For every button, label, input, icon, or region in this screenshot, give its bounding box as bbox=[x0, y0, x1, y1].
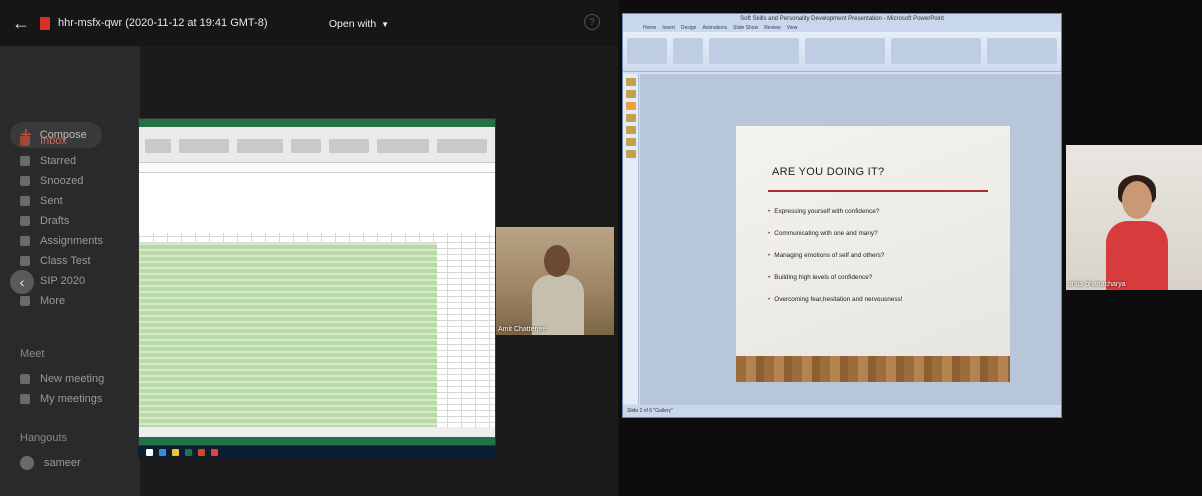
meet-item-label: New meeting bbox=[40, 373, 105, 385]
clock-icon bbox=[20, 176, 30, 186]
back-arrow-icon[interactable]: ← bbox=[12, 13, 32, 34]
slide-bullet: • Overcoming fear,hesitation and nervousn… bbox=[768, 296, 903, 303]
tab-insert[interactable]: Insert bbox=[662, 25, 675, 31]
sidebar-item-label: Sent bbox=[40, 195, 63, 207]
video-file-icon bbox=[40, 16, 50, 30]
slide-bullet: • Managing emotions of self and others? bbox=[768, 252, 885, 259]
windows-taskbar bbox=[138, 446, 496, 458]
sidebar-item-label: SIP 2020 bbox=[40, 275, 86, 287]
slide-title: ARE YOU DOING IT? bbox=[772, 166, 885, 178]
slide-canvas: ARE YOU DOING IT? • Expressing yourself w… bbox=[640, 74, 1061, 406]
powerpoint-window: Soft Skills and Personality Development … bbox=[622, 13, 1062, 418]
open-with-button[interactable]: Open with ▼ bbox=[318, 14, 400, 34]
chrome-icon bbox=[211, 448, 218, 456]
sidebar-item-label: Drafts bbox=[40, 215, 70, 227]
help-icon[interactable]: ? bbox=[584, 14, 600, 30]
tab-home[interactable]: Home bbox=[643, 25, 656, 31]
slide-floor-graphic bbox=[736, 356, 1010, 382]
sidebar-item-label: Snoozed bbox=[40, 175, 84, 187]
slide-thumbnails bbox=[623, 74, 639, 404]
participant-video-left: Amit Chatterjee bbox=[496, 227, 614, 335]
excel-icon bbox=[185, 448, 192, 456]
slide: ARE YOU DOING IT? • Expressing yourself w… bbox=[736, 126, 1010, 382]
screen: + Compose Inbox Starred Snoozed Sent Dra… bbox=[0, 0, 1202, 496]
previous-button[interactable]: ‹ bbox=[10, 270, 34, 294]
sidebar-item-drafts[interactable]: Drafts bbox=[0, 212, 140, 230]
drive-viewer-pane: + Compose Inbox Starred Snoozed Sent Dra… bbox=[0, 0, 618, 496]
powerpoint-status-bar: Slide 2 of 6 "Gallery" bbox=[623, 405, 1061, 417]
star-icon bbox=[20, 156, 30, 166]
sidebar-item-sent[interactable]: Sent bbox=[0, 192, 140, 210]
gmail-sidebar: + Compose Inbox Starred Snoozed Sent Dra… bbox=[0, 40, 140, 496]
draft-icon bbox=[20, 216, 30, 226]
sidebar-item-label: Class Test bbox=[40, 255, 91, 267]
tab-design[interactable]: Design bbox=[681, 25, 697, 31]
tab-review[interactable]: Review bbox=[764, 25, 780, 31]
inbox-icon bbox=[20, 136, 30, 146]
slide-divider bbox=[768, 190, 988, 192]
participant-figure bbox=[532, 245, 584, 335]
hangouts-user-label: sameer bbox=[44, 457, 81, 469]
windows-icon bbox=[146, 448, 153, 456]
tab-animations[interactable]: Animations bbox=[702, 25, 727, 31]
my-meetings-item[interactable]: My meetings bbox=[0, 390, 140, 408]
label-icon bbox=[20, 256, 30, 266]
excel-sheet-area bbox=[139, 173, 495, 223]
powerpoint-icon bbox=[198, 448, 205, 456]
sidebar-item-snoozed[interactable]: Snoozed bbox=[0, 172, 140, 190]
excel-window bbox=[138, 118, 496, 446]
participant-name: Amit Chatterjee bbox=[498, 326, 547, 333]
meet-header: Meet bbox=[20, 348, 45, 360]
avatar bbox=[20, 456, 34, 470]
presentation-pane: Soft Skills and Personality Development … bbox=[620, 0, 1202, 496]
viewer-toolbar: ← hhr-msfx-qwr (2020-11-12 at 19:41 GMT-… bbox=[0, 0, 618, 46]
sidebar-item-label: Inbox bbox=[40, 135, 67, 147]
folder-icon bbox=[172, 448, 179, 456]
open-with-label: Open with bbox=[328, 18, 377, 30]
excel-formula-bar bbox=[139, 163, 495, 173]
tab-slide-show[interactable]: Slide Show bbox=[733, 25, 758, 31]
excel-title-bar bbox=[139, 119, 495, 127]
excel-ribbon bbox=[139, 127, 495, 163]
video-icon bbox=[20, 374, 30, 384]
slide-bullet: • Building high levels of confidence? bbox=[768, 274, 873, 281]
sidebar-item-assignments[interactable]: Assignments bbox=[0, 232, 140, 250]
chevron-left-icon: ‹ bbox=[19, 274, 25, 290]
chevron-down-icon bbox=[20, 296, 30, 306]
excel-data-table bbox=[139, 243, 437, 429]
excel-sheet-tabs bbox=[139, 427, 495, 437]
slide-bullet: • Expressing yourself with confidence? bbox=[768, 208, 880, 215]
sidebar-item-label: More bbox=[40, 295, 66, 307]
sidebar-item-starred[interactable]: Starred bbox=[0, 152, 140, 170]
participant-name: anita bhattacharya bbox=[1068, 281, 1126, 288]
powerpoint-ribbon bbox=[623, 32, 1061, 72]
tab-view[interactable]: View bbox=[787, 25, 798, 31]
meet-item-label: My meetings bbox=[40, 393, 103, 405]
new-meeting-item[interactable]: New meeting bbox=[0, 370, 140, 388]
participant-video-right: anita bhattacharya bbox=[1066, 145, 1202, 290]
keyboard-icon bbox=[20, 394, 30, 404]
hangouts-user[interactable]: sameer bbox=[0, 454, 140, 472]
file-title: hhr-msfx-qwr (2020-11-12 at 19:41 GMT-8) bbox=[58, 17, 268, 29]
sidebar-item-inbox[interactable]: Inbox bbox=[0, 132, 140, 150]
sidebar-item-label: Assignments bbox=[40, 235, 103, 247]
sidebar-item-label: Starred bbox=[40, 155, 77, 167]
slide-bullet: • Communicating with one and many? bbox=[768, 230, 878, 237]
ribbon-tabs: Home Insert Design Animations Slide Show… bbox=[623, 24, 1061, 32]
send-icon bbox=[20, 196, 30, 206]
hangouts-header: Hangouts bbox=[20, 432, 68, 444]
powerpoint-title: Soft Skills and Personality Development … bbox=[623, 14, 1061, 24]
search-icon bbox=[159, 448, 166, 456]
sidebar-item-class-test[interactable]: Class Test bbox=[0, 252, 140, 270]
excel-status-bar bbox=[139, 437, 495, 445]
sidebar-item-more[interactable]: More bbox=[0, 292, 140, 310]
chevron-down-icon: ▼ bbox=[381, 19, 390, 29]
label-icon bbox=[20, 236, 30, 246]
